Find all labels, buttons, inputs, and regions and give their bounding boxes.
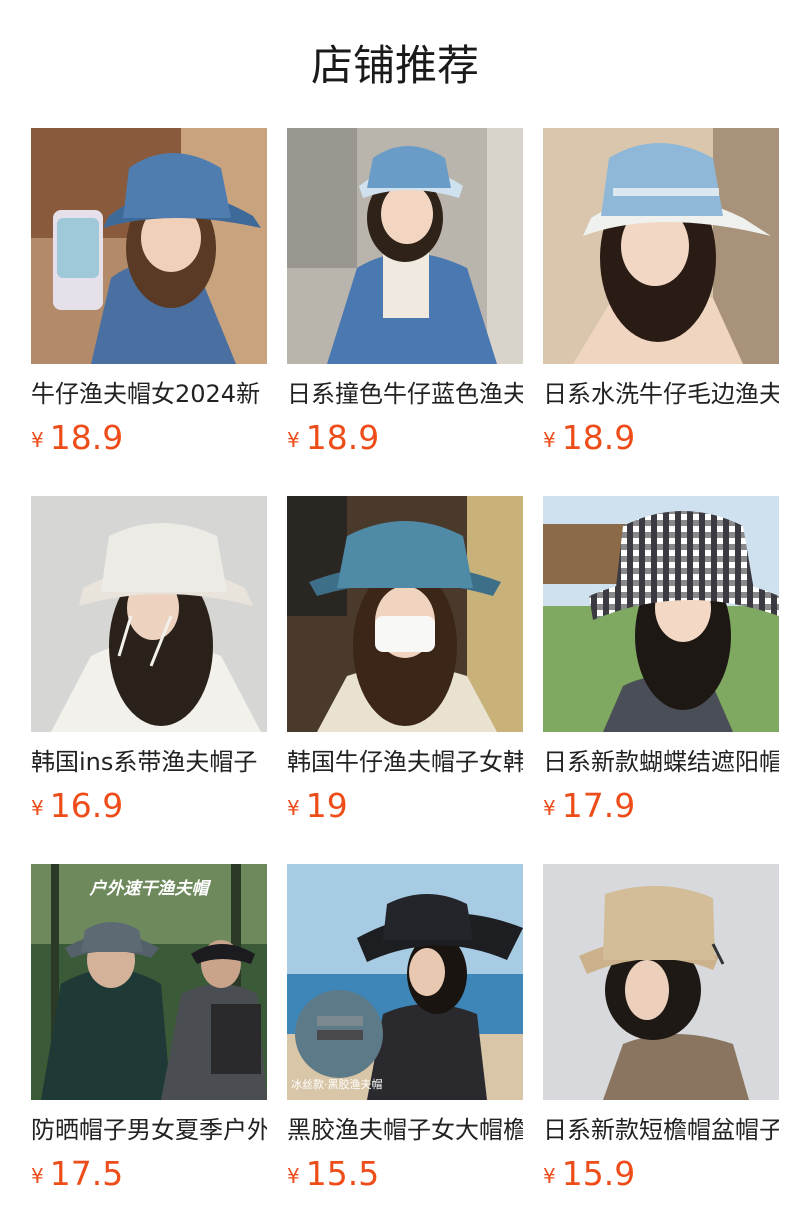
- currency-symbol: ¥: [31, 796, 44, 820]
- price-value: 18.9: [49, 418, 124, 457]
- product-price: ¥16.9: [31, 786, 267, 832]
- product-image[interactable]: [543, 496, 779, 732]
- product-card[interactable]: 牛仔渔夫帽女2024新 ¥18.9: [31, 128, 267, 496]
- price-value: 17.9: [561, 786, 636, 825]
- image-overlay-caption: 冰丝款·黑胶渔夫帽: [291, 1078, 383, 1091]
- product-card[interactable]: 日系水洗牛仔毛边渔夫 ¥18.9: [543, 128, 779, 496]
- product-price: ¥17.9: [543, 786, 779, 832]
- product-name[interactable]: 防晒帽子男女夏季户外: [31, 1114, 267, 1146]
- price-value: 17.5: [49, 1154, 124, 1193]
- product-card[interactable]: 日系新款短檐帽盆帽子 ¥15.9: [543, 864, 779, 1232]
- currency-symbol: ¥: [31, 1164, 44, 1188]
- product-card[interactable]: 韩国牛仔渔夫帽子女韩 ¥19: [287, 496, 523, 864]
- price-value: 19: [305, 786, 348, 825]
- product-card[interactable]: 户外速干渔夫帽 防晒帽子男女夏季户外 ¥17.5: [31, 864, 267, 1232]
- product-card[interactable]: 冰丝款·黑胶渔夫帽 黑胶渔夫帽子女大帽檐 ¥15.5: [287, 864, 523, 1232]
- price-value: 15.5: [305, 1154, 380, 1193]
- currency-symbol: ¥: [31, 428, 44, 452]
- product-price: ¥18.9: [287, 418, 523, 464]
- product-grid: 牛仔渔夫帽女2024新 ¥18.9 日系撞色牛仔蓝色渔夫 ¥18.9 日系水洗牛…: [31, 128, 780, 1232]
- product-image[interactable]: [287, 496, 523, 732]
- currency-symbol: ¥: [287, 796, 300, 820]
- currency-symbol: ¥: [543, 1164, 556, 1188]
- currency-symbol: ¥: [287, 1164, 300, 1188]
- product-image[interactable]: 冰丝款·黑胶渔夫帽: [287, 864, 523, 1100]
- image-overlay-title: 户外速干渔夫帽: [89, 879, 209, 899]
- price-value: 18.9: [305, 418, 380, 457]
- product-image[interactable]: [31, 496, 267, 732]
- product-image[interactable]: [287, 128, 523, 364]
- product-image[interactable]: [543, 864, 779, 1100]
- currency-symbol: ¥: [543, 796, 556, 820]
- product-image[interactable]: [543, 128, 779, 364]
- product-name[interactable]: 日系撞色牛仔蓝色渔夫: [287, 378, 523, 410]
- product-card[interactable]: 韩国ins系带渔夫帽子 ¥16.9: [31, 496, 267, 864]
- page-title: 店铺推荐: [310, 41, 479, 90]
- product-price: ¥18.9: [543, 418, 779, 464]
- product-name[interactable]: 牛仔渔夫帽女2024新: [31, 378, 267, 410]
- product-name[interactable]: 韩国牛仔渔夫帽子女韩: [287, 746, 523, 778]
- currency-symbol: ¥: [287, 428, 300, 452]
- price-value: 15.9: [561, 1154, 636, 1193]
- product-price: ¥19: [287, 786, 523, 832]
- product-card[interactable]: 日系新款蝴蝶结遮阳帽 ¥17.9: [543, 496, 779, 864]
- product-price: ¥17.5: [31, 1154, 267, 1200]
- product-image[interactable]: [31, 128, 267, 364]
- product-price: ¥18.9: [31, 418, 267, 464]
- price-value: 16.9: [49, 786, 124, 825]
- product-name[interactable]: 日系新款蝴蝶结遮阳帽: [543, 746, 779, 778]
- product-name[interactable]: 日系水洗牛仔毛边渔夫: [543, 378, 779, 410]
- product-price: ¥15.9: [543, 1154, 779, 1200]
- product-image[interactable]: 户外速干渔夫帽: [31, 864, 267, 1100]
- product-price: ¥15.5: [287, 1154, 523, 1200]
- price-value: 18.9: [561, 418, 636, 457]
- currency-symbol: ¥: [543, 428, 556, 452]
- product-name[interactable]: 黑胶渔夫帽子女大帽檐: [287, 1114, 523, 1146]
- product-name[interactable]: 韩国ins系带渔夫帽子: [31, 746, 267, 778]
- product-name[interactable]: 日系新款短檐帽盆帽子: [543, 1114, 779, 1146]
- product-card[interactable]: 日系撞色牛仔蓝色渔夫 ¥18.9: [287, 128, 523, 496]
